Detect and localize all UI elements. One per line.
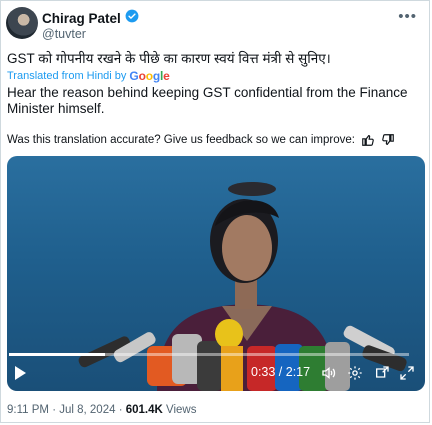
tweet-text: GST को गोपनीय रखने के पीछे का कारण स्वयं… [7,51,331,66]
google-logo: Google [129,69,170,83]
verified-badge-icon [125,9,139,28]
feedback-prompt: Was this translation accurate? Give us f… [7,134,355,146]
video-progress-fill [9,353,105,356]
translated-text: Hear the reason behind keeping GST confi… [7,85,408,116]
fullscreen-icon[interactable] [399,365,415,384]
video-progress-bar[interactable] [9,353,409,356]
author-handle[interactable]: @tuvter [42,27,86,41]
play-icon[interactable] [13,365,27,384]
views-count[interactable]: 601.4K [126,404,163,416]
thumbs-up-icon[interactable] [361,133,375,147]
views-label: Views [166,404,197,416]
volume-icon[interactable] [321,365,337,384]
translation-feedback: Was this translation accurate? Give us f… [7,133,395,147]
tweet-meta: 9:11 PM · Jul 8, 2024 · 601.4K Views [7,404,197,416]
avatar[interactable] [6,7,38,39]
author-row: Chirag Patel [42,9,139,28]
tweet-date[interactable]: Jul 8, 2024 [59,404,115,416]
video-time: 0:33 / 2:17 [251,365,311,379]
thumbs-down-icon[interactable] [381,133,395,147]
pip-icon[interactable] [374,365,390,384]
tweet-time[interactable]: 9:11 PM [7,404,49,416]
translated-from-label: Translated from Hindi by [7,70,127,82]
translation-attribution[interactable]: Translated from Hindi by Google [7,69,170,83]
tweet-card: Chirag Patel @tuvter ••• GST को गोपनीय र… [0,0,430,423]
more-icon[interactable]: ••• [398,8,417,25]
author-name[interactable]: Chirag Patel [42,11,121,26]
settings-icon[interactable] [347,365,363,384]
